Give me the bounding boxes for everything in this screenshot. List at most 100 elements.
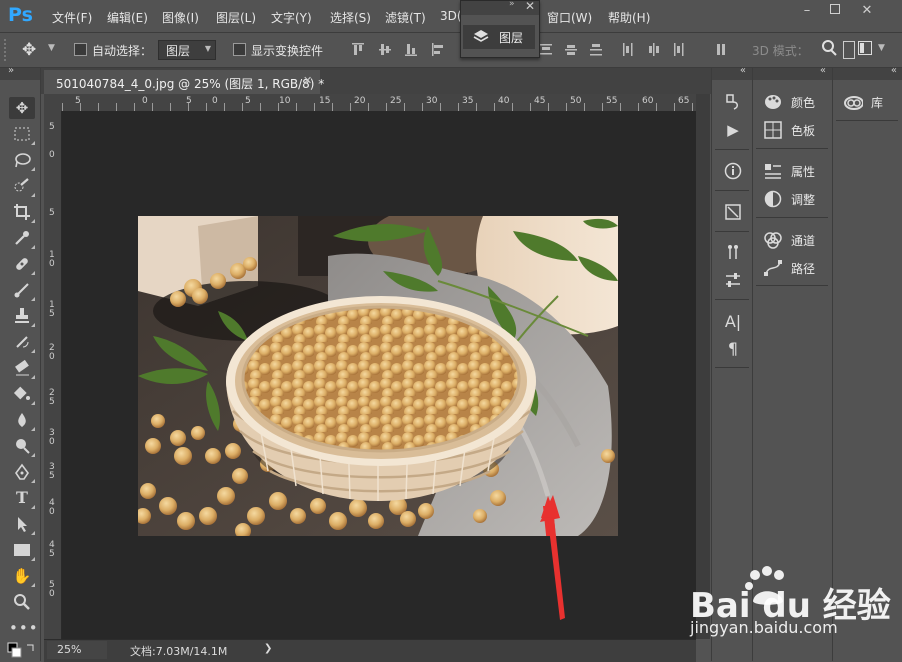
color-swatches-icon[interactable] <box>6 641 38 659</box>
distribute-bottom-icon[interactable] <box>590 43 602 56</box>
info-icon[interactable] <box>722 160 744 182</box>
lasso-tool-icon[interactable] <box>9 149 35 171</box>
distribute-top-icon[interactable] <box>540 43 552 56</box>
align-bottom-icon[interactable] <box>405 43 417 56</box>
dodge-tool-icon[interactable] <box>9 435 35 457</box>
distribute-hcenter-icon[interactable] <box>647 43 659 56</box>
panel-dock-header[interactable]: « <box>833 65 902 80</box>
menu-bar: Ps 文件(F) 编辑(E) 图像(I) 图层(L) 文字(Y) 选择(S) 滤… <box>0 0 902 33</box>
more-tools-icon[interactable]: ••• <box>9 617 38 639</box>
restore-icon[interactable] <box>824 2 846 20</box>
actions-play-icon[interactable]: ▶ <box>722 119 744 141</box>
document-image[interactable] <box>138 216 618 536</box>
align-vcenter-icon[interactable] <box>379 43 391 56</box>
close-icon[interactable]: ✕ <box>856 2 878 20</box>
ruler-h-label: 60 <box>642 96 654 106</box>
zoom-level[interactable]: 25% <box>57 643 81 656</box>
menu-file[interactable]: 文件(F) <box>52 9 92 26</box>
panel-libraries[interactable]: 库 <box>841 90 902 114</box>
move-tool-preset-icon[interactable]: ✥ <box>22 39 44 61</box>
chevron-right-icon[interactable]: ❯ <box>264 643 272 654</box>
collapse-arrows-icon[interactable]: « <box>820 65 826 76</box>
menu-edit[interactable]: 编辑(E) <box>107 9 148 26</box>
menu-layer[interactable]: 图层(L) <box>216 9 256 26</box>
search-icon[interactable] <box>820 39 838 57</box>
healing-brush-tool-icon[interactable] <box>9 253 35 275</box>
panel-dock-header[interactable]: « <box>712 65 752 80</box>
move-tool-icon[interactable]: ✥ <box>9 97 35 119</box>
panel-swatches[interactable]: 色板 <box>761 118 829 142</box>
horizontal-ruler[interactable]: 5 0 5 0 5 10 15 20 25 30 35 40 45 50 55 … <box>62 94 696 112</box>
vertical-scrollbar[interactable] <box>696 94 710 639</box>
pen-tool-icon[interactable] <box>9 461 35 483</box>
distribute-vcenter-icon[interactable] <box>565 43 577 56</box>
menu-3d[interactable]: 3D( <box>440 9 462 23</box>
menu-help[interactable]: 帮助(H) <box>608 9 650 26</box>
distribute-right-icon[interactable] <box>672 43 684 56</box>
blur-tool-icon[interactable] <box>9 409 35 431</box>
menu-type[interactable]: 文字(Y) <box>271 9 312 26</box>
menu-image[interactable]: 图像(I) <box>162 9 199 26</box>
history-icon[interactable] <box>722 91 744 113</box>
panel-paths-label: 路径 <box>791 262 816 276</box>
workspace-icon[interactable] <box>858 41 872 55</box>
show-transform-checkbox[interactable] <box>233 43 246 56</box>
panel-color[interactable]: 颜色 <box>761 90 829 114</box>
zoom-tool-icon[interactable] <box>9 591 35 613</box>
brush-presets-icon[interactable] <box>722 201 744 223</box>
vertical-ruler[interactable]: 5 0 5 10 15 20 25 30 35 40 45 50 <box>44 111 62 639</box>
eyedropper-tool-icon[interactable] <box>9 227 35 249</box>
layers-panel-button[interactable]: 图层 <box>463 25 535 49</box>
align-left-icon[interactable] <box>432 43 444 56</box>
panel-adjustments[interactable]: 调整 <box>761 187 829 211</box>
ruler-h-label: 40 <box>498 96 510 106</box>
character-icon[interactable]: A| <box>722 311 744 333</box>
minimize-icon[interactable]: – <box>796 2 818 20</box>
close-tab-icon[interactable]: ✕ <box>303 74 312 87</box>
panel-separator <box>756 148 828 149</box>
menu-filter[interactable]: 滤镜(T) <box>385 9 426 26</box>
ruler-v-label: 45 <box>49 540 55 559</box>
options-grip[interactable] <box>4 39 10 61</box>
panel-toggle-icon[interactable] <box>843 41 855 59</box>
menu-window[interactable]: 窗口(W) <box>547 9 592 26</box>
quick-select-tool-icon[interactable] <box>9 175 35 197</box>
marquee-tool-icon[interactable] <box>9 123 35 145</box>
brush-tool-icon[interactable] <box>9 279 35 301</box>
clone-source-icon[interactable] <box>722 241 744 263</box>
tools-panel-header[interactable]: » <box>0 65 40 80</box>
auto-select-checkbox[interactable] <box>74 43 87 56</box>
ruler-h-label: 0 <box>212 96 218 106</box>
panel-properties[interactable]: 属性 <box>761 159 829 183</box>
hand-tool-icon[interactable]: ✋ <box>9 565 35 587</box>
clone-stamp-tool-icon[interactable] <box>9 305 35 327</box>
close-icon[interactable]: ✕ <box>525 0 535 13</box>
eraser-tool-icon[interactable] <box>9 357 35 379</box>
auto-align-icon[interactable] <box>716 43 728 56</box>
ruler-h-label: 20 <box>354 96 366 106</box>
ruler-v-label: 30 <box>49 428 55 447</box>
panel-paths[interactable]: 路径 <box>761 256 829 280</box>
history-brush-tool-icon[interactable] <box>9 331 35 353</box>
collapse-arrows-icon[interactable]: « <box>891 65 897 76</box>
expand-arrows-icon[interactable]: » <box>8 65 14 76</box>
type-tool-icon[interactable]: T <box>9 487 35 509</box>
menu-select[interactable]: 选择(S) <box>330 9 371 26</box>
panel-channels[interactable]: 通道 <box>761 228 829 252</box>
paint-bucket-tool-icon[interactable] <box>9 383 35 405</box>
chevron-down-icon[interactable]: ▼ <box>48 43 55 53</box>
crop-tool-icon[interactable] <box>9 201 35 223</box>
paragraph-icon[interactable]: ¶ <box>722 338 744 360</box>
adjustment-sliders-icon[interactable] <box>722 269 744 291</box>
document-tab[interactable]: 501040784_4_0.jpg @ 25% (图层 1, RGB/8) * … <box>44 70 324 95</box>
collapse-arrows-icon[interactable]: » <box>509 0 515 9</box>
align-top-icon[interactable] <box>352 43 364 56</box>
collapse-arrows-icon[interactable]: « <box>740 65 746 76</box>
path-select-tool-icon[interactable] <box>9 513 35 535</box>
rectangle-tool-icon[interactable] <box>9 539 35 561</box>
auto-select-dropdown[interactable]: 图层 ▼ <box>158 40 216 60</box>
distribute-left-icon[interactable] <box>622 43 634 56</box>
chevron-down-icon[interactable]: ▼ <box>878 43 885 53</box>
panel-dock-header[interactable]: « <box>753 65 832 80</box>
ruler-origin[interactable] <box>44 94 62 111</box>
